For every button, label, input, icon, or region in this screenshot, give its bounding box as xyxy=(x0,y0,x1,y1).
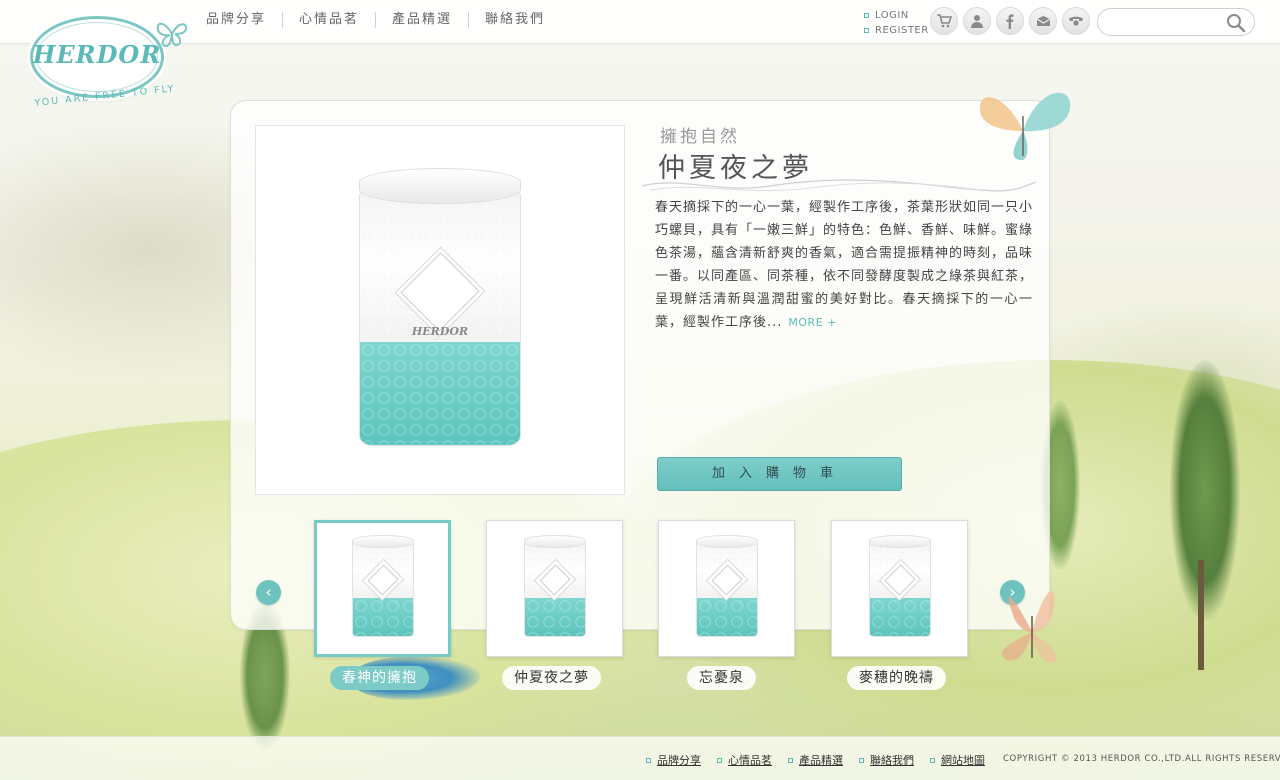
product-description: 春天摘採下的一心一葉，經製作工序後，茶葉形狀如同一只小巧螺貝，具有「一嫩三鮮」的… xyxy=(655,196,1033,334)
footer-link-label: 網站地圖 xyxy=(941,754,985,767)
footer-links: 品牌分享 心情品茗 產品精選 聯絡我們 網站地圖 xyxy=(646,752,1001,768)
nav-item-contact[interactable]: 聯絡我們 xyxy=(468,12,561,28)
footer-link-contact[interactable]: 聯絡我們 xyxy=(859,752,914,768)
footer-link-label: 心情品茗 xyxy=(728,754,772,767)
thumbnail-label[interactable]: 春神的擁抱 xyxy=(330,666,429,690)
footer-link-label: 品牌分享 xyxy=(657,754,701,767)
mail-icon[interactable] xyxy=(1029,7,1057,35)
logo-brand-name: HERDOR xyxy=(32,40,162,69)
thumbnail-label[interactable]: 忘憂泉 xyxy=(687,666,756,690)
login-link[interactable]: LOGIN xyxy=(864,8,929,23)
bullet-icon xyxy=(717,757,722,763)
product-thumbnail[interactable] xyxy=(314,520,451,657)
more-link[interactable]: MORE + xyxy=(788,316,836,329)
carousel-prev-button[interactable]: ‹ xyxy=(256,580,281,605)
search-box xyxy=(1097,8,1255,36)
main-nav: 品牌分享 心情品茗 產品精選 聯絡我們 xyxy=(190,12,561,28)
footer: 品牌分享 心情品茗 產品精選 聯絡我們 網站地圖 COPYRIGHT © 201… xyxy=(0,736,1280,780)
thumb-can-image xyxy=(695,535,758,643)
thumbnail-label[interactable]: 麥穗的晚禱 xyxy=(847,666,946,690)
bullet-icon xyxy=(788,757,793,763)
add-to-cart-button[interactable]: 加入購物車 xyxy=(657,457,902,491)
bullet-icon xyxy=(646,757,651,763)
footer-link-tea-mood[interactable]: 心情品茗 xyxy=(717,752,772,768)
tea-can-image: HERDOR xyxy=(359,168,521,464)
search-input[interactable] xyxy=(1110,14,1220,32)
footer-link-brand[interactable]: 品牌分享 xyxy=(646,752,701,768)
butterfly-decoration-icon xyxy=(979,92,1071,161)
thumb-can-image xyxy=(868,535,931,643)
user-icon[interactable] xyxy=(963,7,991,35)
cart-icon[interactable] xyxy=(930,7,958,35)
butterfly-icon xyxy=(154,18,190,57)
facebook-icon[interactable] xyxy=(996,7,1024,35)
nav-item-tea-mood[interactable]: 心情品茗 xyxy=(282,12,375,28)
bullet-icon xyxy=(864,28,869,33)
register-label: REGISTER xyxy=(875,25,929,36)
bullet-icon xyxy=(859,757,864,763)
login-label: LOGIN xyxy=(875,10,909,21)
product-main-image: HERDOR xyxy=(255,125,625,495)
bullet-icon xyxy=(930,757,935,763)
nav-item-products[interactable]: 產品精選 xyxy=(375,12,468,28)
thumbnail-label[interactable]: 仲夏夜之夢 xyxy=(502,666,601,690)
footer-link-products[interactable]: 產品精選 xyxy=(788,752,843,768)
description-text: 春天摘採下的一心一葉，經製作工序後，茶葉形狀如同一只小巧螺貝，具有「一嫩三鮮」的… xyxy=(655,200,1034,330)
bullet-icon xyxy=(864,13,869,18)
footer-link-label: 產品精選 xyxy=(799,754,843,767)
product-thumbnail[interactable] xyxy=(658,520,795,657)
footer-link-label: 聯絡我們 xyxy=(870,754,914,767)
ornament-swirl xyxy=(641,179,1037,192)
product-thumbnail[interactable] xyxy=(486,520,623,657)
footer-link-sitemap[interactable]: 網站地圖 xyxy=(930,752,985,768)
header-icons xyxy=(930,7,1095,35)
butterfly-decoration-icon xyxy=(1001,591,1057,663)
copyright-text: COPYRIGHT © 2013 HERDOR CO.,LTD.ALL RIGH… xyxy=(1003,754,1280,764)
product-thumbnail[interactable] xyxy=(831,520,968,657)
product-subtitle: 擁抱自然 xyxy=(660,127,740,147)
nav-item-brand[interactable]: 品牌分享 xyxy=(190,12,282,28)
phone-icon[interactable] xyxy=(1062,7,1090,35)
thumb-can-image xyxy=(351,535,414,643)
brand-logo[interactable]: HERDOR YOU ARE FREE TO FLY xyxy=(26,12,196,116)
thumb-can-image xyxy=(523,535,586,643)
auth-links: LOGIN REGISTER xyxy=(864,8,929,38)
search-icon[interactable] xyxy=(1226,13,1246,33)
can-brand-text: HERDOR xyxy=(411,324,469,338)
register-link[interactable]: REGISTER xyxy=(864,23,929,38)
